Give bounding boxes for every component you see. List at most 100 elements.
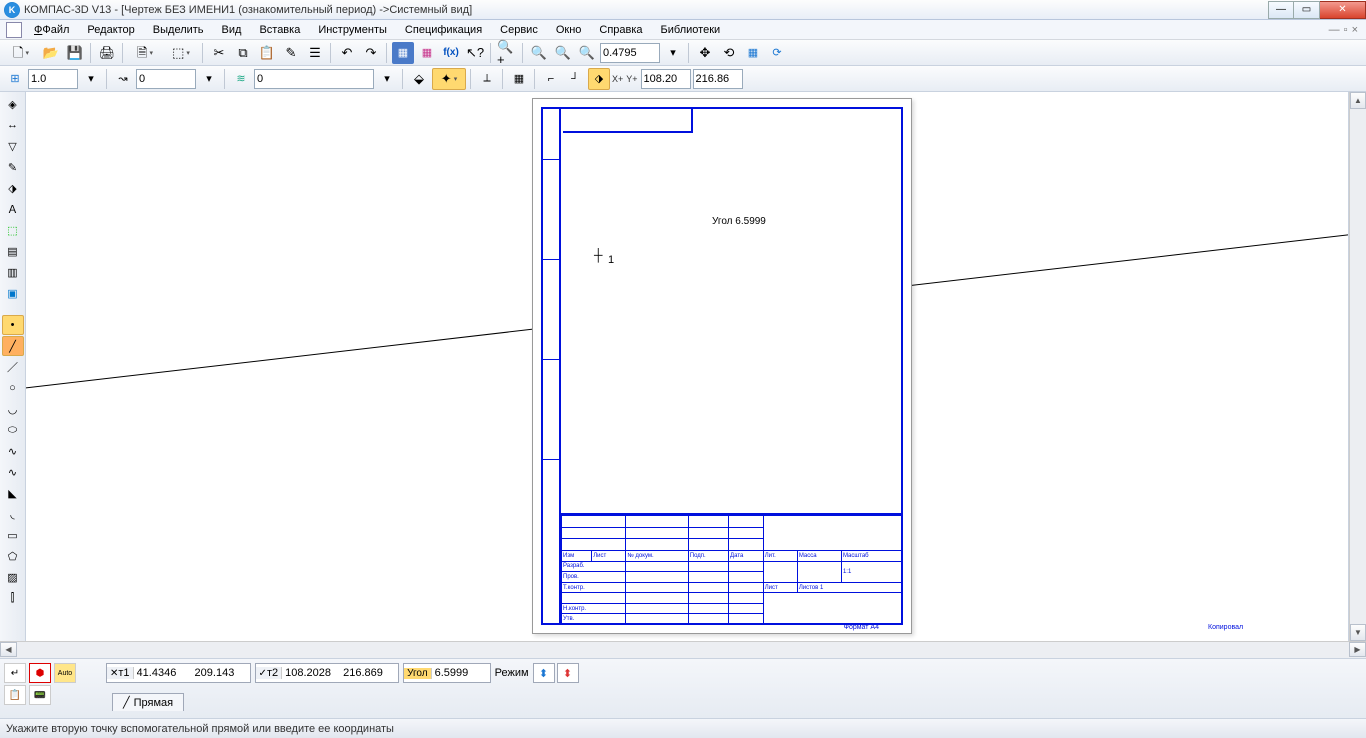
vars-button[interactable]: ▦	[416, 42, 438, 64]
help-cursor-button[interactable]: ↖?	[464, 42, 486, 64]
menu-tools[interactable]: Инструменты	[310, 22, 395, 38]
mdi-minimize[interactable]: —	[1329, 24, 1340, 36]
fillet-tool[interactable]: ◟	[2, 504, 24, 524]
step-button[interactable]: ⊞	[4, 68, 26, 90]
print-button[interactable]: 🖨	[96, 42, 118, 64]
equidist-tool[interactable]: ⫿	[2, 588, 24, 608]
cut-button[interactable]: ✂	[208, 42, 230, 64]
menu-select[interactable]: Выделить	[145, 22, 212, 38]
menu-insert[interactable]: Вставка	[251, 22, 308, 38]
zoom-in-button[interactable]: 🔍+	[496, 42, 518, 64]
line-tool[interactable]: ／	[2, 357, 24, 377]
t2-field[interactable]: ✓т2	[255, 663, 400, 683]
t1-field[interactable]: ✕т1	[106, 663, 251, 683]
scroll-left-icon[interactable]: ◀	[0, 642, 17, 657]
scroll-up-icon[interactable]: ▲	[1350, 92, 1366, 109]
properties-button[interactable]: ☰	[304, 42, 326, 64]
geometry-panel-icon[interactable]: ◈	[2, 94, 24, 114]
circle-tool[interactable]: ○	[2, 378, 24, 398]
paste-button[interactable]: 📋	[256, 42, 278, 64]
stop-button[interactable]: ⬢	[29, 663, 51, 683]
undo-button[interactable]: ↶	[336, 42, 358, 64]
rotate-view-button[interactable]: ⟲	[718, 42, 740, 64]
views-panel-icon[interactable]: ▣	[2, 283, 24, 303]
param-button[interactable]: ⬗	[588, 68, 610, 90]
menu-window[interactable]: Окно	[548, 22, 590, 38]
copy-button[interactable]: ⧉	[232, 42, 254, 64]
props-button[interactable]: ⬚	[164, 42, 198, 64]
step-dropdown[interactable]: ▾	[80, 68, 102, 90]
drawing-canvas[interactable]: ИзмЛист№ докум.Подп.ДатаЛит.МассаМасштаб…	[26, 92, 1349, 641]
layer-input[interactable]	[254, 69, 374, 89]
chamfer-tool[interactable]: ◣	[2, 483, 24, 503]
point-tool[interactable]: •	[2, 315, 24, 335]
mdi-close[interactable]: ×	[1352, 24, 1358, 36]
select-panel-icon[interactable]: ⬚	[2, 220, 24, 240]
layer-dropdown[interactable]: ▾	[376, 68, 398, 90]
scroll-track[interactable]	[1350, 109, 1366, 624]
menu-help[interactable]: Справка	[591, 22, 650, 38]
format-button[interactable]: ✎	[280, 42, 302, 64]
dimensions-panel-icon[interactable]: ↔	[2, 115, 24, 135]
calc-button[interactable]: 📟	[29, 685, 51, 705]
new-button[interactable]: 🗋	[4, 42, 38, 64]
property-tab-line[interactable]: ╱ Прямая	[112, 693, 184, 711]
menu-service[interactable]: Сервис	[492, 22, 546, 38]
round-button[interactable]: ┘	[564, 68, 586, 90]
state-button[interactable]: ↝	[112, 68, 134, 90]
layer-button[interactable]: ≋	[230, 68, 252, 90]
scroll-track[interactable]	[17, 642, 1349, 658]
lcs-button[interactable]: ⌐	[540, 68, 562, 90]
spline-tool[interactable]: ∿	[2, 441, 24, 461]
scroll-right-icon[interactable]: ▶	[1349, 642, 1366, 657]
params-panel-icon[interactable]: ⬗	[2, 178, 24, 198]
polygon-tool[interactable]: ⬠	[2, 546, 24, 566]
grid-button[interactable]: ▦	[508, 68, 530, 90]
ortho-button[interactable]: ⟂	[476, 68, 498, 90]
close-button[interactable]: ✕	[1320, 1, 1366, 19]
hatch-tool[interactable]: ▨	[2, 567, 24, 587]
mdi-restore[interactable]: ▫	[1344, 24, 1348, 36]
zoom-input[interactable]	[600, 43, 660, 63]
vertical-scrollbar[interactable]: ▲ ▼	[1349, 92, 1366, 641]
pan-button[interactable]: ✥	[694, 42, 716, 64]
menu-spec[interactable]: Спецификация	[397, 22, 490, 38]
angle-input[interactable]	[432, 664, 490, 682]
t2x-input[interactable]	[282, 664, 340, 682]
x-coord-input[interactable]	[641, 69, 691, 89]
measure-panel-icon[interactable]: Ａ	[2, 199, 24, 219]
menu-file[interactable]: ФФайл	[26, 22, 77, 38]
zoom-window-button[interactable]: 🔍	[528, 42, 550, 64]
snap-mode-button[interactable]: ✦	[432, 68, 466, 90]
open-button[interactable]: 📂	[40, 42, 62, 64]
symbols-panel-icon[interactable]: ▽	[2, 136, 24, 156]
t1y-input[interactable]	[192, 664, 250, 682]
report-panel-icon[interactable]: ▥	[2, 262, 24, 282]
state-dropdown[interactable]: ▾	[198, 68, 220, 90]
ellipse-tool[interactable]: ⬭	[2, 420, 24, 440]
snap-button[interactable]: ⬙	[408, 68, 430, 90]
maximize-button[interactable]: ▭	[1294, 1, 1320, 19]
mode-put-button[interactable]: ⬍	[533, 663, 555, 683]
t1x-input[interactable]	[134, 664, 192, 682]
spec-panel-icon[interactable]: ▤	[2, 241, 24, 261]
auto-create-button[interactable]: Auto	[54, 663, 76, 683]
step-input[interactable]	[28, 69, 78, 89]
angle-field[interactable]: Угол	[403, 663, 491, 683]
bezier-tool[interactable]: ∿	[2, 462, 24, 482]
horizontal-scrollbar[interactable]: ◀ ▶	[0, 641, 1366, 658]
fx-button[interactable]: f(x)	[440, 42, 462, 64]
arc-tool[interactable]: ◡	[2, 399, 24, 419]
zoom-prev-button[interactable]: 🔍	[552, 42, 574, 64]
minimize-button[interactable]: —	[1268, 1, 1294, 19]
zoom-dropdown[interactable]: ▾	[662, 42, 684, 64]
manager-button[interactable]: ▦	[392, 42, 414, 64]
rect-tool[interactable]: ▭	[2, 525, 24, 545]
y-coord-input[interactable]	[693, 69, 743, 89]
redo-button[interactable]: ↷	[360, 42, 382, 64]
create-object-button[interactable]: ↵	[4, 663, 26, 683]
state-input[interactable]	[136, 69, 196, 89]
memorize-button[interactable]: 📋	[4, 685, 26, 705]
save-button[interactable]: 💾	[64, 42, 86, 64]
zoom-all-button[interactable]: 🔍	[576, 42, 598, 64]
